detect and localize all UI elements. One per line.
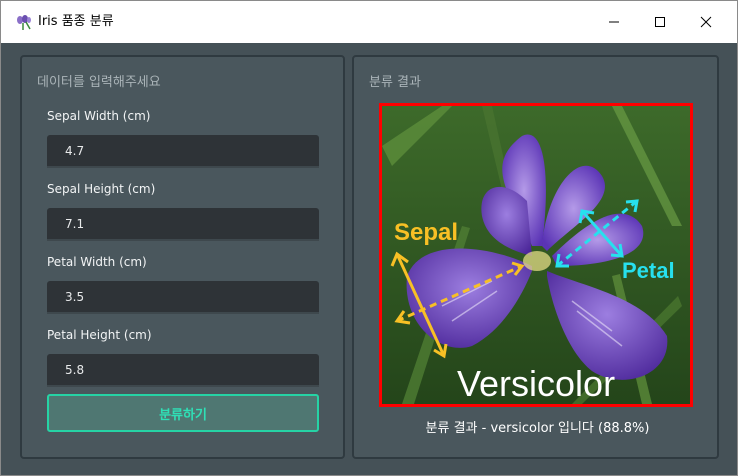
maximize-icon (655, 17, 665, 27)
sepal-width-label: Sepal Width (cm) (47, 109, 151, 123)
sepal-annotation: Sepal (394, 219, 458, 246)
sepal-width-input[interactable]: 4.7 (47, 135, 319, 168)
iris-flower-icon (15, 14, 33, 30)
sepal-height-input[interactable]: 7.1 (47, 208, 319, 241)
iris-versicolor-illustration: Sepal Petal Versicolor (382, 106, 690, 404)
minimize-icon (609, 21, 619, 23)
maximize-button[interactable] (637, 1, 683, 43)
app-window: Iris 품종 분류 데이터를 입력해주세요 Sepal Width (cm) … (0, 0, 738, 476)
petal-width-input[interactable]: 3.5 (47, 281, 319, 314)
result-group-title: 분류 결과 (369, 75, 421, 90)
close-icon (700, 16, 712, 28)
window-title: Iris 품종 분류 (38, 14, 114, 29)
petal-width-label: Petal Width (cm) (47, 255, 147, 269)
client-area: 데이터를 입력해주세요 Sepal Width (cm) 4.7 Sepal H… (1, 43, 737, 475)
input-group-title: 데이터를 입력해주세요 (37, 75, 161, 90)
petal-height-input[interactable]: 5.8 (47, 354, 319, 387)
classify-button[interactable]: 분류하기 (47, 394, 319, 432)
result-group: 분류 결과 Sepal Petal Versicolor 분류 결과 - ver… (352, 55, 719, 459)
petal-annotation: Petal (622, 258, 675, 283)
petal-height-label: Petal Height (cm) (47, 328, 152, 342)
title-bar[interactable]: Iris 품종 분류 (1, 1, 737, 43)
input-group: 데이터를 입력해주세요 Sepal Width (cm) 4.7 Sepal H… (20, 55, 345, 459)
minimize-button[interactable] (591, 1, 637, 43)
close-button[interactable] (683, 1, 729, 43)
iris-image: Sepal Petal Versicolor (379, 103, 693, 407)
result-text: 분류 결과 - versicolor 입니다 (88.8%) (425, 421, 650, 436)
species-caption: Versicolor (457, 363, 615, 404)
sepal-height-label: Sepal Height (cm) (47, 182, 156, 196)
